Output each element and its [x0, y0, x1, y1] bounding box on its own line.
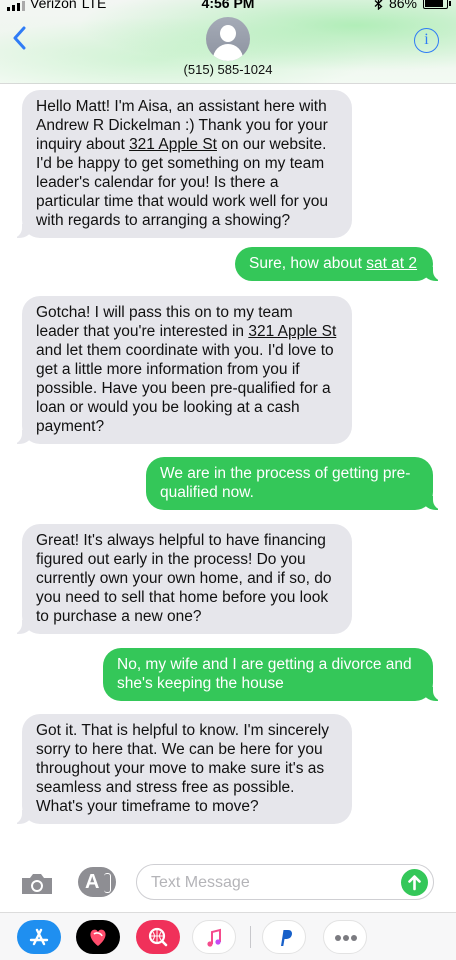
address-link[interactable]: 321 Apple St [248, 323, 336, 340]
contact-number[interactable]: (515) 585-1024 [0, 62, 456, 77]
more-icon[interactable] [323, 920, 367, 954]
message-bubble-incoming[interactable]: Hello Matt! I'm Aisa, an assistant here … [12, 90, 352, 238]
message-bubble-incoming[interactable]: Got it. That is helpful to know. I'm sin… [12, 714, 352, 824]
app-store-icon[interactable]: A [78, 867, 116, 897]
message-bubble-incoming[interactable]: Gotcha! I will pass this on to my team l… [12, 296, 352, 444]
paypal-icon[interactable] [262, 920, 306, 954]
info-icon[interactable]: i [414, 28, 439, 53]
camera-icon[interactable] [19, 872, 55, 896]
message-thread[interactable]: Hello Matt! I'm Aisa, an assistant here … [0, 84, 456, 854]
status-bar: Verizon LTE 4:56 PM 86% [0, 0, 456, 11]
message-text: No, my wife and I are getting a divorce … [117, 656, 412, 692]
conversation-header: Verizon LTE 4:56 PM 86% (515) 585-1024 i [0, 0, 456, 84]
images-search-icon[interactable] [136, 920, 180, 954]
message-text: Sure, how about [249, 255, 367, 272]
date-link[interactable]: sat at 2 [366, 255, 417, 272]
message-text: We are in the process of getting pre-qua… [160, 465, 411, 501]
battery-percent: 86% [388, 0, 417, 11]
address-link[interactable]: 321 Apple St [129, 136, 217, 153]
message-text: Great! It's always helpful to have finan… [36, 532, 332, 625]
message-text: Got it. That is helpful to know. I'm sin… [36, 722, 329, 815]
message-text: and let them coordinate with you. I'd lo… [36, 342, 334, 435]
message-bubble-outgoing[interactable]: Sure, how about sat at 2 [235, 247, 443, 281]
app-store-icon[interactable] [17, 920, 61, 954]
message-bubble-outgoing[interactable]: We are in the process of getting pre-qua… [146, 457, 443, 510]
battery-icon [423, 0, 451, 9]
contact-avatar[interactable] [206, 17, 250, 61]
digital-touch-icon[interactable] [76, 920, 120, 954]
message-input[interactable] [151, 871, 391, 895]
bluetooth-icon [374, 0, 383, 10]
message-bubble-outgoing[interactable]: No, my wife and I are getting a divorce … [103, 648, 443, 701]
app-drawer [0, 912, 456, 960]
back-chevron-icon[interactable] [12, 26, 26, 50]
message-bubble-incoming[interactable]: Great! It's always helpful to have finan… [12, 524, 352, 634]
send-arrow-icon[interactable] [401, 869, 428, 896]
message-input-container[interactable] [136, 864, 434, 900]
music-icon[interactable] [192, 920, 236, 954]
drawer-divider [250, 926, 251, 948]
message-composer: A [0, 856, 456, 908]
